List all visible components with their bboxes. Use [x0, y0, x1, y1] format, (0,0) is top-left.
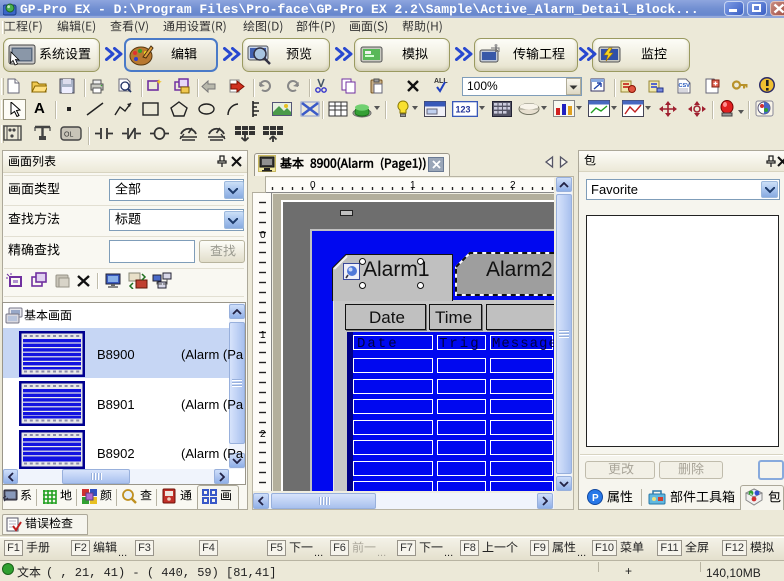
- svg-text:A: A: [750, 492, 753, 497]
- svg-text:P: P: [592, 493, 599, 504]
- svg-text:OL: OL: [64, 132, 73, 139]
- svg-text:123: 123: [456, 105, 471, 115]
- svg-text:CSV: CSV: [679, 83, 691, 89]
- svg-text:ALL: ALL: [434, 78, 448, 85]
